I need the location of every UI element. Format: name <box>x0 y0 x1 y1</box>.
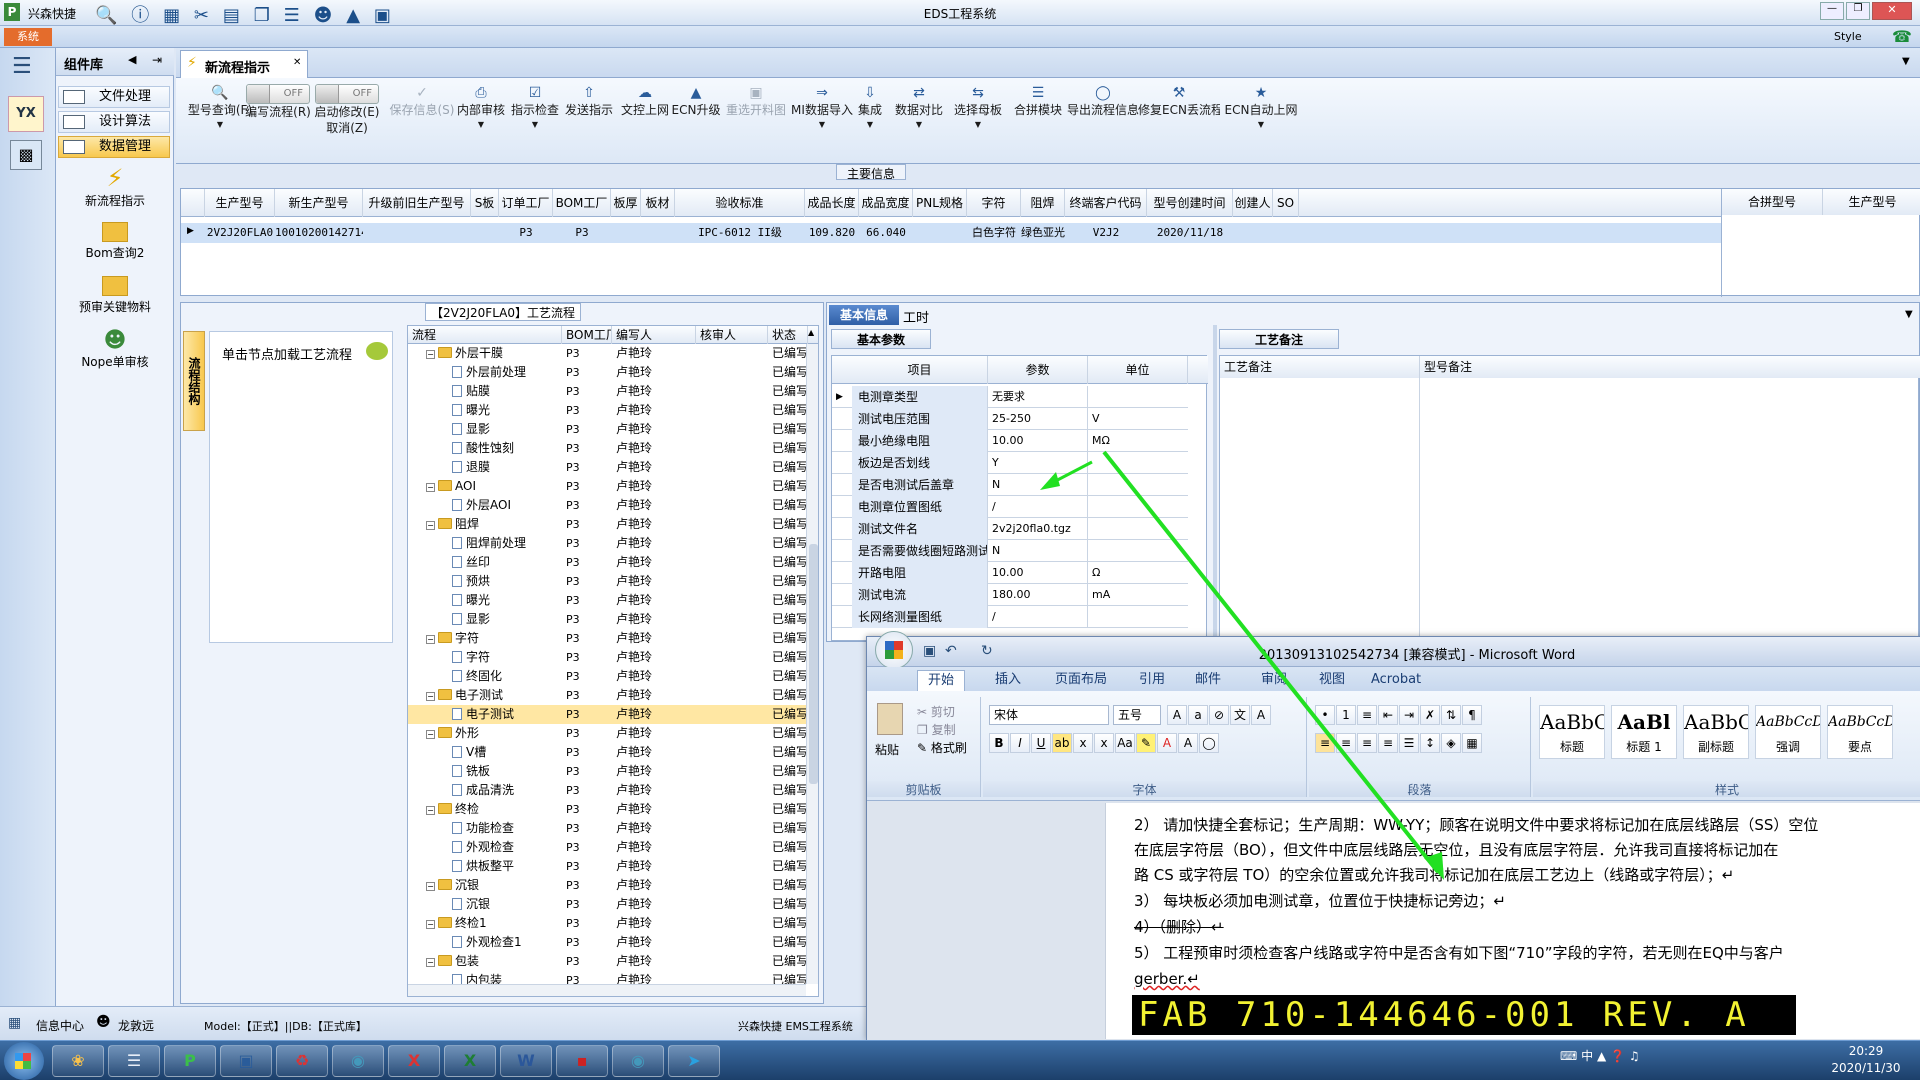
clock-date: 2020/11/30 <box>1831 1061 1901 1075</box>
annotation-arrows <box>1040 450 1444 880</box>
start-button[interactable] <box>4 1042 44 1080</box>
paint-app-icon[interactable]: ❀ <box>52 1045 104 1077</box>
eds-app-icon[interactable]: P <box>164 1045 216 1077</box>
clock-time: 20:29 <box>1848 1044 1884 1058</box>
windows-logo-icon <box>15 1053 31 1069</box>
save-app-icon[interactable]: ▣ <box>220 1045 272 1077</box>
telegram-app-icon[interactable]: ➤ <box>668 1045 720 1077</box>
keyboard-icon[interactable]: ⌨ <box>1560 1049 1577 1063</box>
eye-app-icon[interactable]: ◉ <box>332 1045 384 1077</box>
annotation-arrow-long <box>1102 450 1440 874</box>
pdf-app-icon[interactable]: ▪ <box>556 1045 608 1077</box>
volume-icon[interactable]: ♫ <box>1629 1049 1640 1063</box>
ime-indicator[interactable]: 中 <box>1581 1049 1593 1063</box>
word-app-icon[interactable]: W <box>500 1045 552 1077</box>
excel-app-icon[interactable]: X <box>444 1045 496 1077</box>
tray-icons: ⌨ 中 ▲ ❓ ♫ <box>1560 1047 1640 1064</box>
taskbar: ⌨ 中 ▲ ❓ ♫ 20:29 2020/11/30 ❀ ☰ P ▣ ♻ ◉ X X W ▪ ◉ ➤ <box>0 1040 1920 1080</box>
screen-app-icon[interactable]: ◉ <box>612 1045 664 1077</box>
notepad-app-icon[interactable]: ☰ <box>108 1045 160 1077</box>
network-icon[interactable]: ▲ <box>1597 1049 1606 1063</box>
recycle-app-icon[interactable]: ♻ <box>276 1045 328 1077</box>
arrowhead-short <box>1040 472 1060 490</box>
xmind-app-icon[interactable]: X <box>388 1045 440 1077</box>
help-icon[interactable]: ❓ <box>1610 1049 1625 1063</box>
